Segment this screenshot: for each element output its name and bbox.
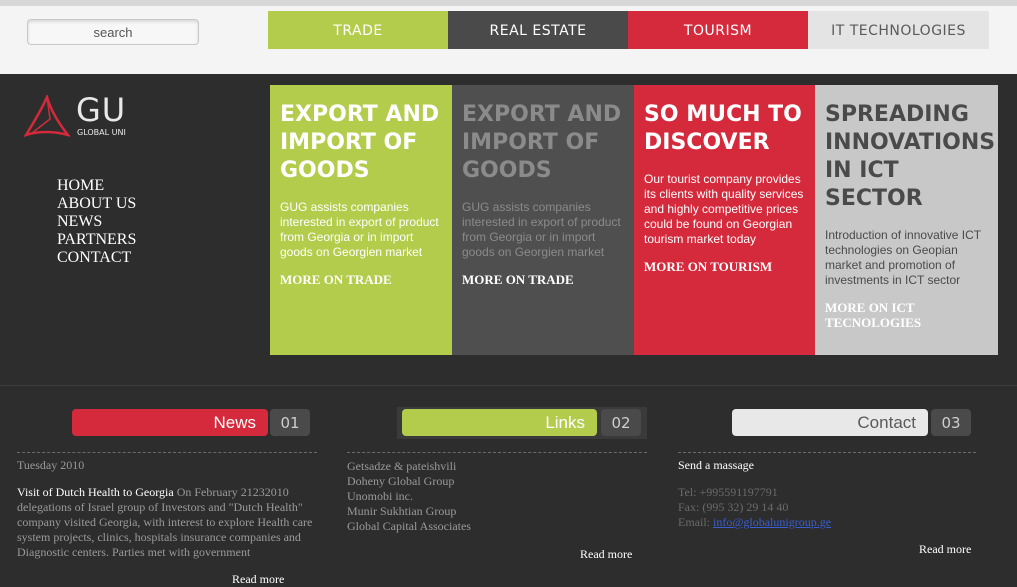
panel-text: Our tourist company provides its clients… bbox=[644, 172, 804, 246]
contact-details: Tel: +995591197791 Fax: (995 32) 29 14 4… bbox=[678, 485, 978, 530]
links-list: Getsadze & pateishvili Doheny Global Gro… bbox=[347, 459, 647, 534]
panel-real-estate: EXPORT AND IMPORT OF GOODS GUG assists c… bbox=[452, 85, 634, 355]
links-header: Links 02 bbox=[397, 407, 647, 439]
tab-it-technologies[interactable]: IT TECHNOLOGIES bbox=[808, 11, 989, 49]
news-date: Tuesday 2010 bbox=[17, 458, 85, 472]
search-input[interactable] bbox=[27, 19, 199, 45]
links-item[interactable]: Getsadze & pateishvili bbox=[347, 459, 647, 474]
tab-real-estate[interactable]: REAL ESTATE bbox=[448, 11, 628, 49]
news-read-more-link[interactable]: Read more bbox=[232, 572, 284, 587]
contact-heading: Contact bbox=[732, 409, 928, 436]
send-message-link[interactable]: Send a massage bbox=[678, 458, 754, 473]
links-separator bbox=[347, 452, 647, 453]
nav-news[interactable]: NEWS bbox=[57, 213, 136, 231]
news-headline-link[interactable]: Visit of Dutch Health to Georgia bbox=[17, 485, 174, 499]
contact-email-label: Email: bbox=[678, 515, 713, 529]
panel-title: EXPORT AND IMPORT OF GOODS bbox=[280, 102, 440, 183]
nav-partners[interactable]: PARTNERS bbox=[57, 231, 136, 249]
site-logo[interactable]: GU GLOBAL UNI bbox=[24, 91, 134, 140]
more-on-trade-link[interactable]: MORE ON TRADE bbox=[462, 272, 624, 287]
links-number: 02 bbox=[601, 409, 641, 436]
contact-tel: Tel: +995591197791 bbox=[678, 485, 778, 499]
links-item[interactable]: Unomobi inc. bbox=[347, 489, 647, 504]
links-heading: Links bbox=[402, 409, 597, 436]
tab-trade[interactable]: TRADE bbox=[268, 11, 448, 49]
panel-ict: SPREADING INNOVATIONS IN ICT SECTOR Intr… bbox=[815, 85, 998, 355]
links-item[interactable]: Munir Sukhtian Group bbox=[347, 504, 647, 519]
news-number: 01 bbox=[270, 409, 310, 436]
contact-email-link[interactable]: info@globalunigroup.ge bbox=[713, 515, 831, 529]
panel-title: EXPORT AND IMPORT OF GOODS bbox=[462, 102, 622, 183]
category-tabs: TRADE REAL ESTATE TOURISM IT TECHNOLOGIE… bbox=[268, 11, 989, 49]
nav-home[interactable]: HOME bbox=[57, 177, 136, 195]
more-on-tourism-link[interactable]: MORE ON TOURISM bbox=[644, 259, 805, 274]
logo-subtitle: GLOBAL UNI bbox=[77, 128, 126, 137]
contact-separator bbox=[678, 452, 976, 453]
news-header: News 01 bbox=[72, 407, 314, 439]
panel-text: GUG assists companies interested in expo… bbox=[462, 200, 621, 259]
nav-about-us[interactable]: ABOUT US bbox=[57, 195, 136, 213]
panel-text: Introduction of innovative ICT technolog… bbox=[825, 228, 981, 287]
panel-title: SPREADING INNOVATIONS IN ICT SECTOR bbox=[825, 102, 996, 211]
news-item: Visit of Dutch Health to Georgia On Febr… bbox=[17, 485, 317, 560]
news-separator bbox=[17, 452, 317, 453]
panel-title: SO MUCH TO DISCOVER bbox=[644, 102, 802, 155]
contact-number: 03 bbox=[931, 409, 971, 436]
more-on-trade-link[interactable]: MORE ON TRADE bbox=[280, 272, 442, 287]
contact-fax: Fax: (995 32) 29 14 40 bbox=[678, 500, 789, 514]
panel-tourism: SO MUCH TO DISCOVER Our tourist company … bbox=[634, 85, 815, 355]
links-item[interactable]: Doheny Global Group bbox=[347, 474, 647, 489]
contact-read-more-link[interactable]: Read more bbox=[919, 542, 971, 557]
section-divider bbox=[0, 385, 1017, 386]
logo-triangle-icon bbox=[24, 95, 70, 137]
main-nav: HOME ABOUT US NEWS PARTNERS CONTACT bbox=[57, 177, 136, 267]
links-item[interactable]: Global Capital Associates bbox=[347, 519, 647, 534]
panel-text: GUG assists companies interested in expo… bbox=[280, 200, 439, 259]
more-on-ict-link[interactable]: MORE ON ICT TECNOLOGIES bbox=[825, 300, 988, 330]
links-read-more-link[interactable]: Read more bbox=[580, 547, 632, 562]
news-heading: News bbox=[72, 409, 268, 436]
panel-trade: EXPORT AND IMPORT OF GOODS GUG assists c… bbox=[270, 85, 452, 355]
contact-header: Contact 03 bbox=[732, 407, 974, 439]
logo-text: GU bbox=[76, 91, 127, 129]
nav-contact[interactable]: CONTACT bbox=[57, 249, 136, 267]
tab-tourism[interactable]: TOURISM bbox=[628, 11, 808, 49]
